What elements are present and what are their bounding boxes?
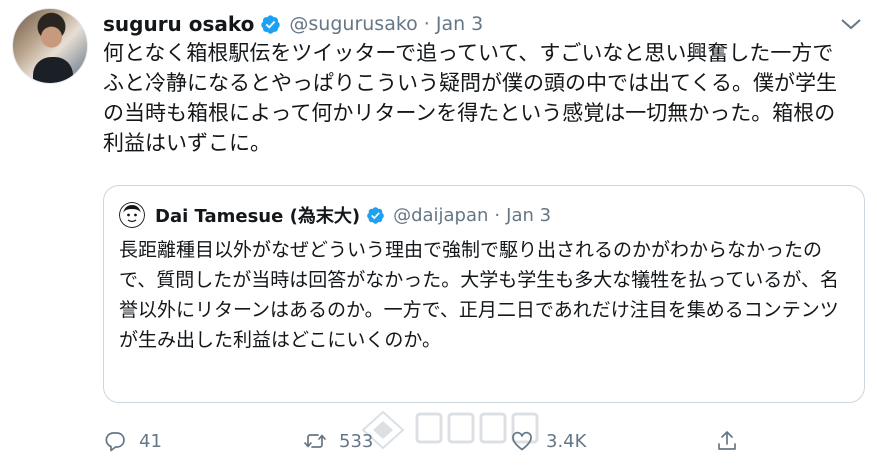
author-name[interactable]: suguru osako [103, 12, 254, 36]
separator-dot: · [494, 204, 501, 226]
author-avatar[interactable] [12, 8, 88, 84]
retweet-icon [304, 434, 326, 448]
quoted-tweet-text: 長距離種目以外がなぜどういう理由で強制で駆り出されるのかがわからなかったので、質… [119, 239, 839, 351]
tweet-card[interactable]: suguru osako @sugurusako · Jan 3 何となく箱根駅… [0, 0, 877, 469]
retweet-count: 533 [339, 430, 374, 452]
heart-icon [512, 431, 532, 451]
reply-button[interactable]: 41 [103, 424, 162, 458]
chevron-down-icon[interactable] [839, 14, 863, 34]
share-button[interactable] [715, 424, 739, 458]
like-count: 3.4K [546, 430, 587, 452]
tweet-actions: 41 533 3.4K [103, 424, 853, 458]
author-handle[interactable]: @sugurusako [289, 13, 417, 35]
tweet-text: 何となく箱根駅伝をツイッターで追っていて、すごいなと思い興奮した一方でふと冷静に… [103, 41, 837, 155]
quoted-author-name: Dai Tamesue (為末大) [155, 206, 361, 227]
quoted-tweet-date: Jan 3 [506, 204, 552, 226]
like-button[interactable]: 3.4K [510, 424, 586, 458]
quoted-tweet-header: Dai Tamesue (為末大) @daijapan · Jan 3 [119, 202, 551, 228]
retweet-button[interactable]: 533 [303, 424, 373, 458]
reply-count: 41 [139, 430, 162, 452]
quoted-author-avatar [119, 202, 145, 228]
quoted-author-handle: @daijapan [393, 204, 489, 226]
tweet-header: suguru osako @sugurusako · Jan 3 [103, 10, 483, 38]
avatar-figure [33, 57, 73, 83]
verified-badge-icon [261, 14, 281, 34]
quoted-tweet[interactable]: Dai Tamesue (為末大) @daijapan · Jan 3 長距離種… [103, 185, 865, 403]
separator-dot: · [423, 13, 430, 35]
tweet-date[interactable]: Jan 3 [436, 13, 483, 35]
verified-badge-icon [367, 206, 384, 224]
reply-icon [105, 432, 125, 452]
share-icon [718, 431, 736, 450]
